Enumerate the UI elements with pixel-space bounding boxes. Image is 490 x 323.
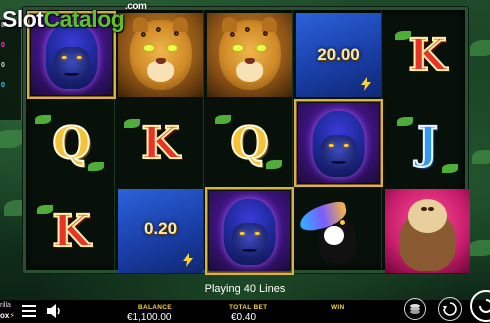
letter-k-glyph: K (407, 29, 447, 82)
side-panel-value: 0 (1, 82, 5, 89)
letter-j-glyph: J (416, 117, 439, 170)
letter-q-glyph: Q (51, 117, 91, 170)
side-panel-value: 0 (1, 42, 5, 49)
reel-frame: Q K K 0.20 Q 20.00 K J (23, 7, 470, 275)
brand-logo: ox⚡ (0, 311, 15, 320)
symbol-toucan (294, 187, 383, 275)
symbol-money: 20.00 (294, 11, 383, 99)
reel-grid: Q K K 0.20 Q 20.00 K J (26, 10, 470, 275)
brand-game-name: rilla (0, 302, 11, 309)
letter-k-glyph: K (51, 205, 91, 258)
symbol-letter-q: Q (27, 99, 116, 187)
brand-bolt-icon: ⚡ (9, 311, 15, 320)
leaf-decoration (0, 130, 24, 148)
watermark-com: .com (125, 1, 147, 12)
symbol-letter-k: K (27, 187, 116, 275)
paytable-side-panel: 8 0 0 0 (0, 20, 22, 120)
money-value: 20.00 (317, 45, 360, 64)
symbol-money: 0.20 (116, 187, 205, 275)
brand-logo-text: ox (0, 311, 10, 320)
letter-k-glyph: K (140, 117, 180, 170)
symbol-sloth (383, 187, 472, 275)
watermark-catalog: Catalog (43, 6, 125, 32)
letter-q-glyph: Q (229, 117, 269, 170)
speaker-icon[interactable] (46, 303, 62, 319)
symbol-letter-k: K (116, 99, 205, 187)
symbol-letter-j: J (383, 99, 472, 187)
balance-value: €1,100.00 (127, 312, 172, 323)
lines-status-text: Playing 40 Lines (204, 283, 286, 295)
symbol-gorilla (205, 187, 294, 275)
leaf-decoration (472, 150, 490, 164)
symbol-gorilla (294, 99, 383, 187)
lightning-bolt-icon (361, 77, 371, 91)
balance-label: BALANCE (138, 304, 172, 311)
symbol-jaguar (116, 11, 205, 99)
money-value: 0.20 (143, 219, 178, 238)
autoplay-icon[interactable] (438, 297, 462, 321)
total-bet-label: TOTAL BET (229, 304, 268, 311)
watermark-slot: Slot (2, 6, 44, 32)
win-label: WIN (331, 304, 345, 311)
side-panel-value: 0 (1, 62, 5, 69)
stack-coins-icon[interactable] (404, 298, 426, 320)
total-bet-value[interactable]: €0.40 (231, 312, 256, 323)
leaf-decoration (470, 40, 490, 56)
lightning-bolt-icon (183, 253, 193, 267)
watermark-logo: SlotCatalog .com (2, 1, 147, 33)
hamburger-menu-icon[interactable] (22, 305, 36, 317)
symbol-letter-k: K (383, 11, 472, 99)
symbol-jaguar (205, 11, 294, 99)
symbol-letter-q: Q (205, 99, 294, 187)
